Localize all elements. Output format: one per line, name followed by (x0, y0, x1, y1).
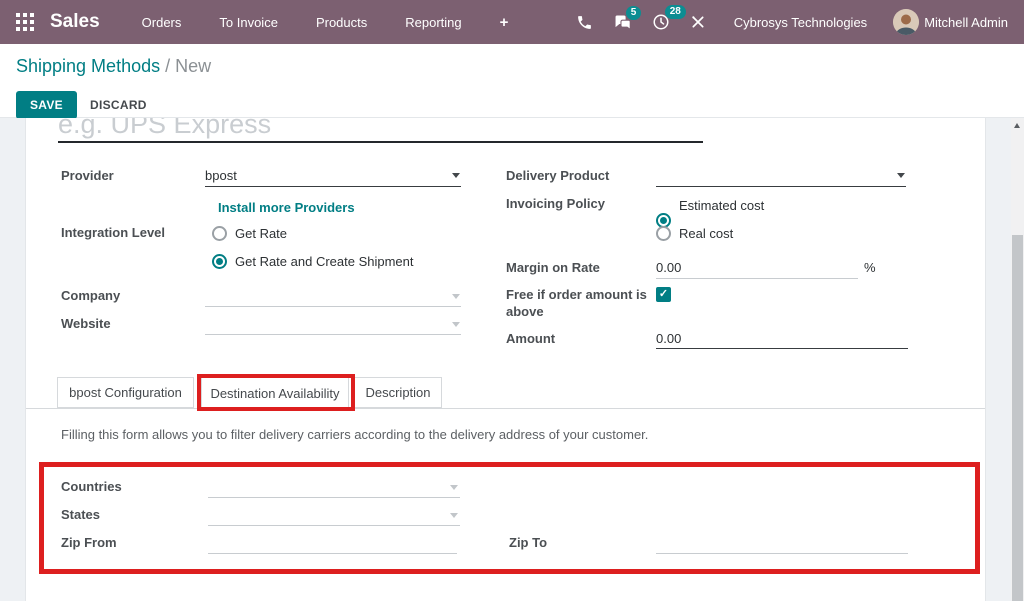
chevron-down-icon[interactable] (452, 322, 460, 327)
provider-label: Provider (61, 168, 114, 183)
tab-destination-availability[interactable]: Destination Availability (201, 377, 349, 409)
margin-on-rate-field[interactable]: 0.00 (656, 260, 681, 275)
zip-to-label: Zip To (509, 535, 547, 550)
free-over-checkbox[interactable]: ✓ (656, 287, 671, 302)
amount-underline (656, 348, 908, 349)
menu-item-products[interactable]: Products (316, 15, 367, 30)
amount-label: Amount (506, 331, 555, 346)
states-underline (208, 525, 460, 526)
countries-underline (208, 497, 460, 498)
phone-icon[interactable] (576, 14, 593, 31)
website-label: Website (61, 316, 111, 331)
breadcrumb-separator: / (165, 56, 170, 76)
breadcrumb-shipping-methods[interactable]: Shipping Methods (16, 56, 160, 76)
radio-get-rate-label[interactable]: Get Rate (235, 226, 287, 241)
radio-get-rate[interactable] (212, 226, 227, 241)
destination-note: Filling this form allows you to filter d… (61, 427, 648, 442)
radio-real-cost-label[interactable]: Real cost (679, 226, 733, 241)
menu-item-to-invoice[interactable]: To Invoice (219, 15, 278, 30)
provider-field[interactable]: bpost (205, 168, 237, 183)
tools-icon[interactable] (690, 14, 706, 30)
tab-bpost-configuration[interactable]: bpost Configuration (57, 377, 194, 408)
form-view: e.g. UPS Express Provider bpost Install … (0, 118, 1024, 601)
save-button[interactable]: SAVE (16, 91, 77, 119)
free-over-label: Free if order amount is above (506, 286, 664, 320)
company-label: Company (61, 288, 120, 303)
user-menu[interactable]: Mitchell Admin (893, 9, 1008, 35)
chevron-down-icon[interactable] (450, 513, 458, 518)
chevron-down-icon[interactable] (450, 485, 458, 490)
zip-to-underline (656, 553, 908, 554)
delivery-product-underline (656, 186, 906, 187)
menu-item-orders[interactable]: Orders (142, 15, 182, 30)
countries-label: Countries (61, 479, 122, 494)
amount-field[interactable]: 0.00 (656, 331, 681, 346)
vertical-scrollbar[interactable] (1011, 118, 1024, 601)
plus-menu-button[interactable]: + (500, 14, 509, 31)
radio-real-cost[interactable] (656, 226, 671, 241)
company-switcher[interactable]: Cybrosys Technologies (734, 15, 867, 30)
margin-underline (656, 278, 858, 279)
top-navbar: Sales Orders To Invoice Products Reporti… (0, 0, 1024, 44)
radio-estimated-cost-label[interactable]: Estimated cost (679, 198, 764, 213)
chevron-down-icon[interactable] (897, 173, 905, 178)
tab-description[interactable]: Description (354, 377, 442, 408)
margin-on-rate-label: Margin on Rate (506, 260, 600, 275)
tabbar-border (26, 408, 986, 409)
percent-suffix: % (864, 260, 876, 275)
discard-button[interactable]: DISCARD (84, 97, 153, 113)
annotation-box-destination-fields (39, 462, 980, 574)
scroll-up-arrow[interactable] (1014, 123, 1020, 128)
messages-badge: 5 (626, 6, 642, 20)
apps-grid-icon[interactable] (16, 13, 34, 31)
menu-item-reporting[interactable]: Reporting (405, 15, 461, 30)
chevron-down-icon[interactable] (452, 173, 460, 178)
radio-get-rate-create-shipment[interactable] (212, 254, 227, 269)
radio-get-rate-create-shipment-label[interactable]: Get Rate and Create Shipment (235, 254, 414, 269)
app-name[interactable]: Sales (50, 11, 100, 33)
clock-icon[interactable]: 28 (652, 13, 670, 31)
chat-icon[interactable]: 5 (613, 14, 632, 31)
activities-badge: 28 (665, 5, 686, 19)
control-panel: Shipping Methods / New SAVE DISCARD (0, 44, 1024, 118)
company-underline (205, 306, 461, 307)
zip-from-underline (208, 553, 457, 554)
breadcrumb: Shipping Methods / New (16, 56, 211, 77)
form-sheet: e.g. UPS Express Provider bpost Install … (25, 118, 986, 601)
provider-underline (205, 186, 461, 187)
install-more-providers-link[interactable]: Install more Providers (218, 200, 355, 215)
states-label: States (61, 507, 100, 522)
chevron-down-icon[interactable] (452, 294, 460, 299)
integration-level-label: Integration Level (61, 225, 165, 240)
zip-from-label: Zip From (61, 535, 117, 550)
title-underline (58, 141, 703, 143)
invoicing-policy-label: Invoicing Policy (506, 196, 605, 211)
avatar (893, 9, 919, 35)
delivery-product-label: Delivery Product (506, 168, 609, 183)
scrollbar-thumb[interactable] (1012, 235, 1023, 601)
main-menu: Orders To Invoice Products Reporting (142, 15, 462, 30)
breadcrumb-current: New (175, 56, 211, 76)
shipping-method-name-input[interactable]: e.g. UPS Express (58, 118, 271, 140)
website-underline (205, 334, 461, 335)
user-name: Mitchell Admin (924, 15, 1008, 30)
